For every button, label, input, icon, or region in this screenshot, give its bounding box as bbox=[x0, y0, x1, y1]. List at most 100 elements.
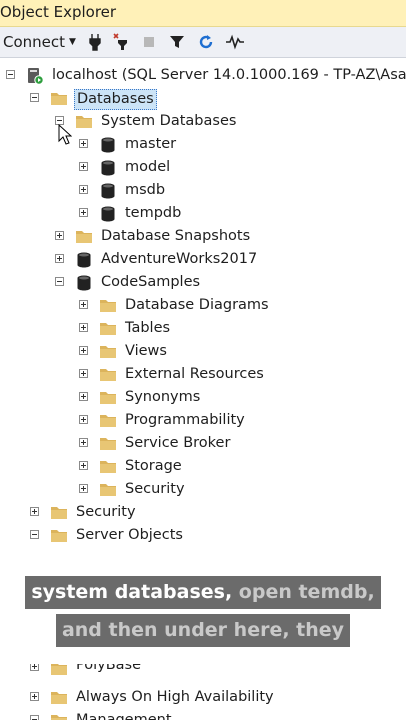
expand-icon[interactable] bbox=[79, 369, 88, 378]
caption-box: and then under here, they bbox=[55, 614, 351, 647]
stop-icon[interactable] bbox=[140, 31, 158, 53]
connect-plug-icon[interactable] bbox=[85, 31, 105, 53]
tree-node-adventureworks2017[interactable]: AdventureWorks2017 bbox=[0, 248, 406, 271]
tree-node-synonyms[interactable]: Synonyms bbox=[0, 386, 406, 409]
server-running-icon bbox=[26, 67, 44, 85]
tree-node-programmability[interactable]: Programmability bbox=[0, 409, 406, 432]
tree-label: System Databases bbox=[101, 113, 237, 129]
caption-highlight-text: system databases, bbox=[31, 581, 233, 603]
expand-icon[interactable] bbox=[79, 185, 88, 194]
caption-dim-text: open temdb, bbox=[238, 581, 375, 603]
video-caption-line-2: and then under here, they bbox=[0, 614, 406, 647]
folder-icon bbox=[99, 481, 117, 498]
connect-button[interactable]: Connect ▼ bbox=[3, 31, 76, 53]
tree-label: Synonyms bbox=[125, 389, 201, 405]
expand-icon[interactable] bbox=[79, 346, 88, 355]
database-icon bbox=[76, 274, 94, 291]
tree-node-security[interactable]: Security bbox=[0, 501, 406, 524]
tree-label: Service Broker bbox=[125, 435, 231, 451]
folder-icon bbox=[75, 228, 93, 245]
folder-icon bbox=[50, 712, 68, 720]
tree-label: Server Objects bbox=[76, 527, 183, 543]
tree-label: Security bbox=[76, 504, 136, 520]
tree-node-databases[interactable]: Databases bbox=[0, 87, 406, 110]
expand-icon[interactable] bbox=[79, 139, 88, 148]
collapse-icon[interactable] bbox=[30, 715, 39, 720]
refresh-icon[interactable] bbox=[196, 31, 216, 53]
tree-node-management[interactable]: Management bbox=[0, 709, 406, 720]
folder-icon bbox=[99, 435, 117, 452]
tree-label: tempdb bbox=[125, 205, 182, 221]
folder-icon bbox=[50, 689, 68, 706]
tree-node-external-resources[interactable]: External Resources bbox=[0, 363, 406, 386]
expand-icon[interactable] bbox=[30, 692, 39, 701]
tree-node-database-diagrams[interactable]: Database Diagrams bbox=[0, 294, 406, 317]
folder-icon bbox=[50, 527, 68, 544]
caption-dim-text: and then under here, they bbox=[61, 619, 345, 641]
tree-label: Programmability bbox=[125, 412, 245, 428]
tree-label: Always On High Availability bbox=[76, 689, 274, 705]
tree-node-codesamples[interactable]: CodeSamples bbox=[0, 271, 406, 294]
filter-icon[interactable] bbox=[167, 31, 187, 53]
expand-icon[interactable] bbox=[30, 507, 39, 516]
tree-node-views[interactable]: Views bbox=[0, 340, 406, 363]
tree-node-db-security[interactable]: Security bbox=[0, 478, 406, 501]
tree-node-tempdb[interactable]: tempdb bbox=[0, 202, 406, 225]
tree-node-server-objects[interactable]: Server Objects bbox=[0, 524, 406, 547]
expand-icon[interactable] bbox=[79, 162, 88, 171]
expand-icon[interactable] bbox=[30, 664, 39, 671]
expand-icon[interactable] bbox=[79, 461, 88, 470]
folder-icon bbox=[75, 113, 93, 130]
tree-label: localhost (SQL Server 14.0.1000.169 - TP… bbox=[52, 67, 406, 83]
expand-icon[interactable] bbox=[79, 484, 88, 493]
object-explorer-toolbar: Connect ▼ bbox=[0, 27, 406, 58]
tree-node-server[interactable]: localhost (SQL Server 14.0.1000.169 - TP… bbox=[0, 64, 406, 87]
tree-node-database-snapshots[interactable]: Database Snapshots bbox=[0, 225, 406, 248]
collapse-icon[interactable] bbox=[55, 277, 64, 286]
object-explorer-title-bar: Object Explorer bbox=[0, 0, 406, 27]
collapse-icon[interactable] bbox=[30, 530, 39, 539]
tree-label: Storage bbox=[125, 458, 182, 474]
folder-icon bbox=[99, 458, 117, 475]
tree-label: Tables bbox=[125, 320, 171, 336]
database-icon bbox=[76, 251, 94, 268]
activity-monitor-icon[interactable] bbox=[224, 31, 246, 53]
tree-label: PolyBase bbox=[76, 664, 142, 673]
database-icon bbox=[100, 205, 118, 222]
tree-node-polybase[interactable]: PolyBase bbox=[0, 664, 406, 676]
expand-icon[interactable] bbox=[55, 231, 64, 240]
tree-label: External Resources bbox=[125, 366, 264, 382]
expand-icon[interactable] bbox=[55, 254, 64, 263]
expand-icon[interactable] bbox=[79, 438, 88, 447]
folder-icon bbox=[99, 320, 117, 337]
folder-icon bbox=[99, 366, 117, 383]
mouse-cursor-icon bbox=[58, 123, 73, 150]
tree-label: Database Snapshots bbox=[101, 228, 251, 244]
tree-node-msdb[interactable]: msdb bbox=[0, 179, 406, 202]
tree-label: Databases bbox=[74, 89, 157, 110]
tree-node-service-broker[interactable]: Service Broker bbox=[0, 432, 406, 455]
expand-icon[interactable] bbox=[79, 415, 88, 424]
expand-icon[interactable] bbox=[79, 392, 88, 401]
tree-label: Database Diagrams bbox=[125, 297, 269, 313]
collapse-icon[interactable] bbox=[30, 93, 39, 102]
folder-icon bbox=[99, 297, 117, 314]
folder-icon bbox=[99, 389, 117, 406]
expand-icon[interactable] bbox=[79, 300, 88, 309]
tree-label: CodeSamples bbox=[101, 274, 201, 290]
expand-icon[interactable] bbox=[79, 323, 88, 332]
tree-label: master bbox=[125, 136, 177, 152]
connect-label: Connect bbox=[3, 33, 66, 51]
expand-icon[interactable] bbox=[79, 208, 88, 217]
tree-node-model[interactable]: model bbox=[0, 156, 406, 179]
tree-label: msdb bbox=[125, 182, 166, 198]
tree-node-tables[interactable]: Tables bbox=[0, 317, 406, 340]
window-title: Object Explorer bbox=[0, 3, 117, 21]
folder-icon bbox=[50, 664, 68, 676]
tree-node-storage[interactable]: Storage bbox=[0, 455, 406, 478]
tree-node-always-on[interactable]: Always On High Availability bbox=[0, 686, 406, 709]
collapse-icon[interactable] bbox=[6, 70, 15, 79]
disconnect-icon[interactable] bbox=[112, 31, 134, 53]
caption-box: system databases, open temdb, bbox=[25, 576, 381, 609]
folder-icon bbox=[99, 343, 117, 360]
